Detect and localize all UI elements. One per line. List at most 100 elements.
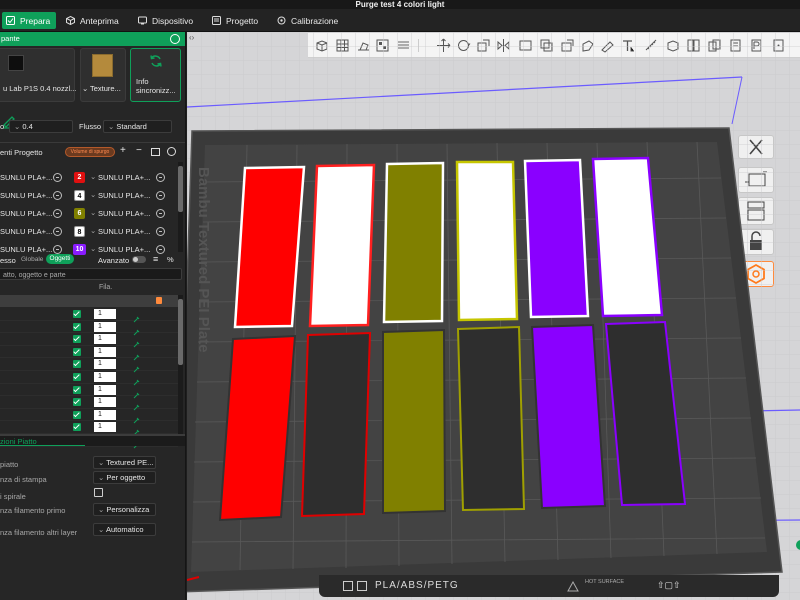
filament-input[interactable]: 1 bbox=[94, 397, 116, 408]
object-row[interactable]: 1 bbox=[0, 358, 178, 373]
filament-input[interactable]: 1 bbox=[94, 334, 116, 345]
3d-viewport[interactable]: ‹› bbox=[187, 32, 800, 600]
spiral-checkbox[interactable] bbox=[94, 488, 103, 497]
remove-icon[interactable] bbox=[156, 191, 165, 200]
tab-calibrazione[interactable]: Calibrazione bbox=[273, 12, 344, 29]
checkbox[interactable] bbox=[73, 373, 81, 381]
search-input[interactable]: atto, oggetto e parte bbox=[0, 268, 182, 280]
checkbox[interactable] bbox=[73, 398, 81, 407]
filament-row[interactable]: SUNLU PLA+... 4 ⌄ SUNLU PLA+... bbox=[0, 186, 178, 204]
plate-card[interactable]: ⌄ Texture... bbox=[80, 48, 126, 102]
gear-icon[interactable] bbox=[170, 34, 180, 44]
filament-input[interactable]: 1 bbox=[94, 346, 116, 357]
remove-icon[interactable] bbox=[53, 191, 62, 200]
remove-icon[interactable] bbox=[53, 173, 62, 182]
checkbox[interactable] bbox=[73, 423, 81, 432]
checkbox[interactable] bbox=[73, 410, 81, 419]
other-layers-sequence-select[interactable]: ⌄ Automatico bbox=[93, 523, 156, 536]
paint-brush-icon[interactable] bbox=[133, 373, 141, 386]
object-row[interactable]: 1 bbox=[0, 346, 178, 361]
strip-dark-olive-bottom[interactable] bbox=[456, 325, 526, 512]
checkbox[interactable] bbox=[73, 385, 81, 394]
tab-progetto[interactable]: Progetto bbox=[208, 12, 264, 29]
remove-icon[interactable] bbox=[156, 209, 165, 218]
filament-input[interactable]: 1 bbox=[94, 422, 116, 433]
filament-input[interactable]: 1 bbox=[94, 372, 116, 382]
checkbox[interactable] bbox=[73, 310, 81, 318]
paint-brush-icon[interactable] bbox=[133, 348, 141, 361]
filament-number: 8 bbox=[74, 226, 85, 237]
strip-white2-top[interactable] bbox=[455, 160, 519, 322]
build-plate-scene[interactable]: Bambu Textured PEI Plate bbox=[187, 32, 800, 600]
filament-row[interactable]: SUNLU PLA+... 6 ⌄ SUNLU PLA+... bbox=[0, 204, 178, 222]
sync-card[interactable]: Info sincronizz... bbox=[130, 48, 181, 102]
object-row[interactable]: 1 bbox=[0, 321, 178, 335]
object-row[interactable]: 1 bbox=[0, 333, 178, 348]
first-layer-sequence-select[interactable]: ⌄ Personalizza bbox=[93, 503, 156, 516]
object-row[interactable]: 1 bbox=[0, 308, 178, 323]
sync-filament-icon[interactable] bbox=[151, 148, 160, 156]
print-sequence-select[interactable]: ⌄ Per oggetto bbox=[93, 471, 156, 484]
list-icon[interactable]: ≡ bbox=[153, 254, 158, 264]
strip-olive-top[interactable] bbox=[382, 161, 445, 324]
gear-icon[interactable] bbox=[167, 147, 176, 156]
strip-olive-bottom[interactable] bbox=[382, 328, 447, 515]
strip-purple-top[interactable] bbox=[523, 158, 590, 319]
printer-card[interactable]: u Lab P1S 0.4 nozzl... bbox=[0, 48, 76, 102]
filament-scrollbar[interactable] bbox=[178, 162, 183, 252]
paint-brush-icon[interactable] bbox=[133, 335, 141, 348]
advanced-toggle[interactable] bbox=[132, 256, 146, 263]
purge-volume-button[interactable]: Volume di spurgo bbox=[65, 147, 115, 157]
strip-dark-red-bottom[interactable] bbox=[300, 331, 372, 518]
percent-icon[interactable]: % bbox=[167, 255, 174, 264]
filament-input[interactable]: 1 bbox=[94, 409, 116, 420]
filament-input[interactable]: 1 bbox=[94, 359, 116, 370]
paint-brush-icon[interactable] bbox=[133, 360, 141, 373]
app-window: Purge test 4 colori light Prepara Antepr… bbox=[0, 0, 800, 600]
flow-select[interactable]: ⌄ Standard bbox=[103, 120, 172, 133]
remove-icon[interactable] bbox=[53, 227, 62, 236]
tab-prepara[interactable]: Prepara bbox=[2, 12, 57, 29]
remove-icon[interactable] bbox=[156, 227, 165, 236]
strip-white-top[interactable] bbox=[308, 163, 376, 328]
tab-anteprima[interactable]: Anteprima bbox=[62, 12, 125, 29]
nozzle-label: o bbox=[0, 122, 5, 131]
filament-input[interactable]: 1 bbox=[94, 384, 116, 395]
tab-globale[interactable]: Globale bbox=[21, 256, 43, 263]
object-row[interactable]: 1 bbox=[0, 384, 178, 398]
checkbox[interactable] bbox=[73, 347, 81, 356]
plate-type-label: piatto bbox=[0, 460, 19, 469]
paint-brush-icon[interactable] bbox=[133, 423, 141, 436]
paint-brush-icon[interactable] bbox=[133, 398, 141, 411]
object-scrollbar[interactable] bbox=[178, 295, 183, 435]
remove-icon[interactable] bbox=[53, 209, 62, 218]
checkbox[interactable] bbox=[73, 322, 81, 331]
paint-brush-icon[interactable] bbox=[133, 411, 141, 424]
plate-type-select[interactable]: ⌄ Textured PE... bbox=[93, 456, 156, 469]
checkbox[interactable] bbox=[73, 360, 81, 369]
object-row[interactable]: 1 bbox=[0, 421, 178, 436]
paint-brush-icon[interactable] bbox=[133, 323, 141, 335]
strip-purple-bottom[interactable] bbox=[530, 323, 607, 510]
nozzle-select[interactable]: ⌄ 0.4 bbox=[9, 120, 73, 133]
paint-brush-icon[interactable] bbox=[133, 310, 141, 323]
remove-filament-icon[interactable]: − bbox=[136, 145, 142, 156]
filament-row[interactable]: SUNLU PLA+... 2 ⌄ SUNLU PLA+... bbox=[0, 168, 178, 186]
filament-input[interactable]: 1 bbox=[94, 309, 116, 319]
object-group-row[interactable] bbox=[0, 295, 178, 307]
filament-input[interactable]: 1 bbox=[94, 321, 116, 332]
add-filament-icon[interactable]: + bbox=[120, 145, 126, 156]
grid-logo-icon bbox=[357, 581, 367, 591]
bambu-logo-icon bbox=[343, 581, 353, 591]
strip-red-top[interactable] bbox=[233, 165, 306, 329]
paint-brush-icon[interactable] bbox=[133, 386, 141, 398]
object-row[interactable]: 1 bbox=[0, 371, 178, 386]
strip-red-bottom[interactable] bbox=[218, 334, 297, 522]
filament-row[interactable]: SUNLU PLA+... 8 ⌄ SUNLU PLA+... bbox=[0, 222, 178, 240]
object-row[interactable]: 1 bbox=[0, 396, 178, 411]
checkbox[interactable] bbox=[73, 335, 81, 344]
remove-icon[interactable] bbox=[156, 173, 165, 182]
tab-dispositivo[interactable]: Dispositivo bbox=[134, 12, 199, 29]
object-row[interactable]: 1 bbox=[0, 409, 178, 424]
tab-oggetti[interactable]: Oggetti bbox=[46, 254, 74, 264]
